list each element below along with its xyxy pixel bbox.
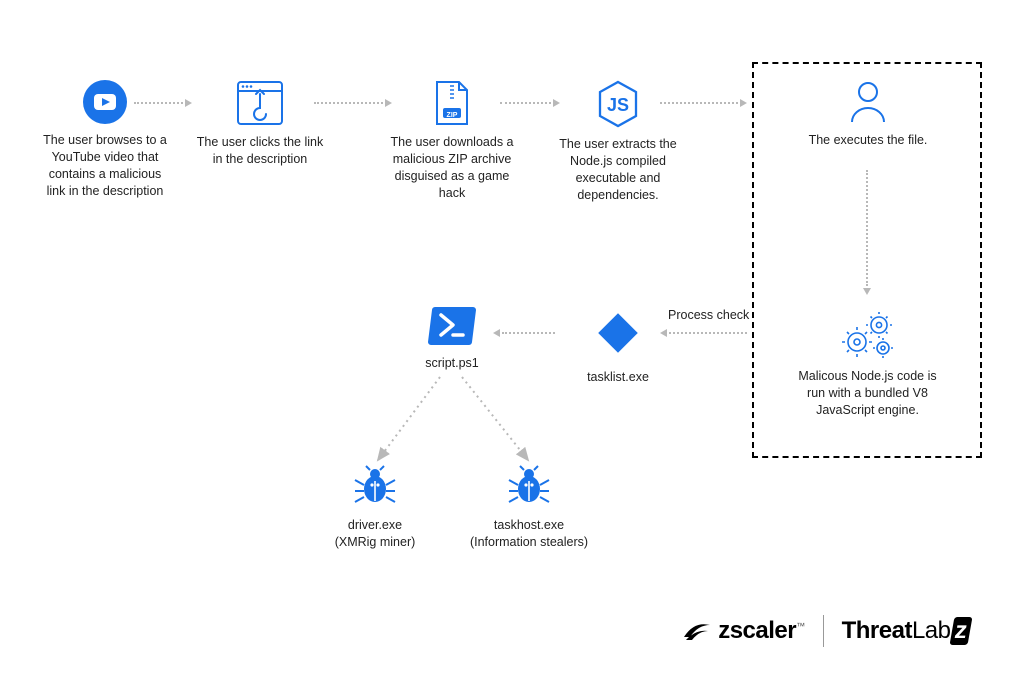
process-check-annotation: Process check — [668, 308, 749, 322]
arrow-execute-to-nodecode — [862, 170, 872, 295]
step-label: The executes the file. — [809, 132, 928, 149]
step-tasklist: tasklist.exe — [553, 305, 683, 386]
svg-text:JS: JS — [607, 95, 629, 115]
step-label: The user extracts the Node.js compiled e… — [553, 136, 683, 204]
driver-desc: (XMRig miner) — [335, 534, 416, 551]
step-driver-exe: driver.exe (XMRig miner) — [310, 465, 440, 551]
nodejs-icon: JS — [596, 80, 640, 128]
step-zip-download: ZIP The user downloads a malicious ZIP a… — [387, 80, 517, 202]
arrow-youtube-to-click — [134, 98, 192, 108]
threat-text: Threat — [842, 617, 912, 644]
taskhost-desc: (Information stealers) — [470, 534, 588, 551]
zip-badge-text: ZIP — [447, 111, 458, 120]
step-label: Malicous Node.js code is run with a bund… — [790, 368, 945, 419]
z-badge: z — [949, 617, 971, 645]
powershell-icon — [427, 305, 477, 347]
step-click-link: The user clicks the link in the descript… — [195, 80, 325, 168]
diamond-icon — [590, 305, 646, 361]
zscaler-text: zscaler — [718, 617, 796, 644]
zscaler-swoosh-icon — [682, 619, 712, 643]
arrow-script-to-taskhost — [450, 372, 560, 472]
arrow-script-to-driver — [350, 372, 460, 472]
lab-text: Lab — [912, 617, 951, 644]
driver-name: driver.exe — [348, 517, 402, 534]
arrow-click-to-zip — [314, 98, 392, 108]
threatlabz-logo: ThreatLabz — [842, 617, 969, 645]
user-icon — [848, 80, 888, 124]
arrow-nodejs-to-execute — [660, 98, 747, 108]
step-label: The user browses to a YouTube video that… — [40, 132, 170, 200]
step-label: The user clicks the link in the descript… — [195, 134, 325, 168]
zscaler-logo: zscaler™ — [682, 617, 804, 645]
step-label: tasklist.exe — [587, 369, 649, 386]
step-label: script.ps1 — [425, 355, 479, 372]
youtube-icon — [83, 80, 127, 124]
phishing-icon — [235, 80, 285, 126]
footer-branding: zscaler™ ThreatLabz — [682, 615, 969, 647]
bug-icon — [506, 465, 552, 509]
brand-divider — [823, 615, 824, 647]
step-script-ps1: script.ps1 — [387, 305, 517, 372]
arrow-zip-to-nodejs — [500, 98, 560, 108]
arrow-tasklist-to-script — [493, 328, 555, 338]
taskhost-name: taskhost.exe — [494, 517, 564, 534]
step-execute-file: The executes the file. — [803, 80, 933, 149]
bug-icon — [352, 465, 398, 509]
arrow-nodecode-to-tasklist — [660, 328, 747, 338]
step-label: The user downloads a malicious ZIP archi… — [387, 134, 517, 202]
step-nodecode-run: Malicous Node.js code is run with a bund… — [790, 310, 945, 419]
step-taskhost-exe: taskhost.exe (Information stealers) — [464, 465, 594, 551]
gears-icon — [839, 310, 897, 360]
trademark-symbol: ™ — [796, 621, 805, 631]
